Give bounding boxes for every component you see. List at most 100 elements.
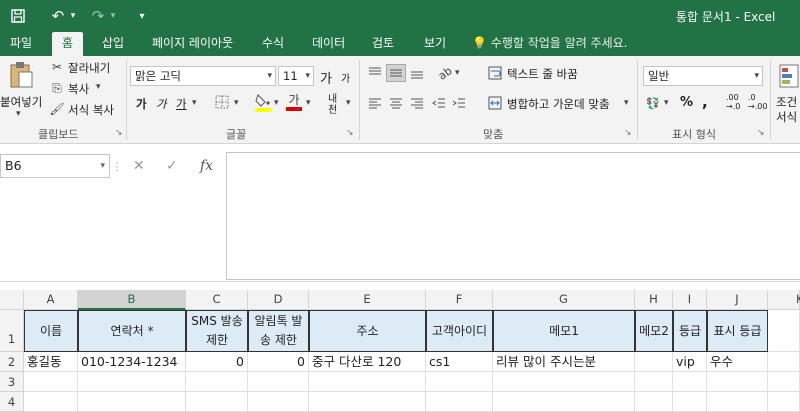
conditional-formatting-label-1[interactable]: 조건: [776, 94, 797, 110]
drag-handle-icon[interactable]: ⋮: [112, 156, 123, 176]
insert-function-icon[interactable]: fx: [200, 158, 213, 174]
cell[interactable]: [24, 392, 78, 412]
fill-color-dropdown-icon[interactable]: ▾: [274, 98, 279, 108]
header-cell-alimtalk-limit[interactable]: 알림톡 발송 제한: [248, 310, 309, 352]
cell[interactable]: [186, 392, 248, 412]
phonetic-dropdown-icon[interactable]: ▾: [346, 98, 351, 108]
grow-font-button[interactable]: 가: [320, 68, 332, 87]
cell[interactable]: [186, 372, 248, 392]
cell[interactable]: [673, 392, 707, 412]
underline-button[interactable]: 가: [176, 96, 187, 112]
data-cell-phone[interactable]: 010-1234-1234: [78, 352, 186, 372]
cell[interactable]: [248, 392, 309, 412]
column-header-b[interactable]: B: [78, 290, 186, 310]
comma-button[interactable]: ,: [702, 93, 708, 111]
data-cell-memo2[interactable]: [635, 352, 673, 372]
cell[interactable]: [768, 310, 800, 352]
decrease-indent-icon[interactable]: [430, 94, 448, 112]
cell[interactable]: [635, 372, 673, 392]
clipboard-launcher-icon[interactable]: ↘: [115, 128, 123, 138]
bold-button[interactable]: 가: [136, 96, 147, 112]
redo-dropdown-icon[interactable]: ▾: [106, 0, 120, 32]
header-cell-phone[interactable]: 연락처 *: [78, 310, 186, 352]
tell-me-box[interactable]: 💡 수행할 작업을 알려 주세요.: [472, 32, 627, 56]
row-header-3[interactable]: 3: [0, 372, 24, 392]
italic-button[interactable]: 가: [156, 96, 167, 112]
cell[interactable]: [768, 372, 800, 392]
scissors-icon[interactable]: ✂: [50, 59, 64, 75]
header-cell-name[interactable]: 이름: [24, 310, 78, 352]
cell[interactable]: [707, 392, 768, 412]
tab-insert[interactable]: 삽입: [92, 32, 134, 56]
borders-icon[interactable]: [214, 94, 230, 110]
data-cell-grade[interactable]: vip: [673, 352, 707, 372]
enter-icon[interactable]: ✓: [166, 158, 178, 174]
undo-dropdown-icon[interactable]: ▾: [66, 0, 80, 32]
orientation-dropdown-icon[interactable]: ▾: [455, 68, 460, 78]
row-header-2[interactable]: 2: [0, 352, 24, 372]
accounting-dropdown-icon[interactable]: ▾: [664, 98, 669, 108]
accounting-format-icon[interactable]: 💱: [643, 94, 663, 112]
column-header-g[interactable]: G: [493, 290, 635, 310]
column-header-a[interactable]: A: [24, 290, 78, 310]
column-header-c[interactable]: C: [186, 290, 248, 310]
cell[interactable]: [426, 372, 493, 392]
save-icon[interactable]: [4, 0, 32, 32]
cell[interactable]: [635, 392, 673, 412]
cell[interactable]: [493, 392, 635, 412]
header-cell-sms-limit[interactable]: SMS 발송 제한: [186, 310, 248, 352]
merge-center-button[interactable]: 병합하고 가운데 맞춤: [507, 96, 610, 112]
cell[interactable]: [426, 392, 493, 412]
font-color-dropdown-icon[interactable]: ▾: [306, 98, 311, 108]
cell[interactable]: [248, 372, 309, 392]
column-header-k[interactable]: K: [768, 290, 800, 310]
copy-dropdown-icon[interactable]: ▾: [96, 82, 101, 92]
row-header-4[interactable]: 4: [0, 392, 24, 412]
cell[interactable]: [309, 392, 426, 412]
cell[interactable]: [768, 352, 800, 372]
wrap-text-button[interactable]: 텍스트 줄 바꿈: [507, 66, 578, 82]
data-cell-name[interactable]: 홍길동: [24, 352, 78, 372]
format-painter-icon[interactable]: 🖌: [49, 101, 64, 117]
data-cell-address[interactable]: 중구 다산로 120: [309, 352, 426, 372]
data-cell-sms-limit[interactable]: 0: [186, 352, 248, 372]
conditional-formatting-icon[interactable]: [778, 62, 800, 90]
merge-dropdown-icon[interactable]: ▾: [624, 98, 629, 108]
shrink-font-button[interactable]: 가: [341, 70, 350, 85]
column-header-h[interactable]: H: [635, 290, 673, 310]
tab-data[interactable]: 데이터: [302, 32, 355, 56]
font-size-select[interactable]: 11 ▾: [278, 66, 314, 86]
alignment-launcher-icon[interactable]: ↘: [624, 128, 632, 138]
data-cell-alimtalk-limit[interactable]: 0: [248, 352, 309, 372]
header-cell-address[interactable]: 주소: [309, 310, 426, 352]
font-launcher-icon[interactable]: ↘: [346, 128, 354, 138]
column-header-f[interactable]: F: [426, 290, 493, 310]
cell[interactable]: [768, 392, 800, 412]
data-cell-display-grade[interactable]: 우수: [707, 352, 768, 372]
percent-button[interactable]: %: [680, 95, 693, 110]
cell[interactable]: [707, 372, 768, 392]
formula-input[interactable]: [226, 152, 800, 280]
column-header-e[interactable]: E: [309, 290, 426, 310]
copy-button[interactable]: 복사: [68, 81, 89, 97]
underline-dropdown-icon[interactable]: ▾: [192, 98, 197, 108]
tab-file[interactable]: 파일: [0, 32, 42, 56]
cell[interactable]: [309, 372, 426, 392]
align-right-icon[interactable]: [408, 94, 426, 112]
paste-icon[interactable]: [4, 60, 38, 90]
wrap-text-icon[interactable]: [486, 64, 504, 82]
row-header-1[interactable]: 1: [0, 310, 24, 352]
align-center-icon[interactable]: [387, 94, 405, 112]
cut-button[interactable]: 잘라내기: [68, 60, 110, 76]
column-header-j[interactable]: J: [707, 290, 768, 310]
paste-button[interactable]: 붙여넣기: [0, 94, 42, 110]
tab-review[interactable]: 검토: [362, 32, 404, 56]
format-painter-button[interactable]: 서식 복사: [68, 102, 114, 118]
paste-dropdown-icon[interactable]: ▾: [16, 109, 21, 119]
decrease-decimal-button[interactable]: .0 →.00: [748, 93, 768, 111]
tab-view[interactable]: 보기: [414, 32, 456, 56]
header-cell-display-grade[interactable]: 표시 등급: [707, 310, 768, 352]
increase-indent-icon[interactable]: [450, 94, 468, 112]
column-header-d[interactable]: D: [248, 290, 309, 310]
align-middle-icon[interactable]: [386, 64, 406, 82]
